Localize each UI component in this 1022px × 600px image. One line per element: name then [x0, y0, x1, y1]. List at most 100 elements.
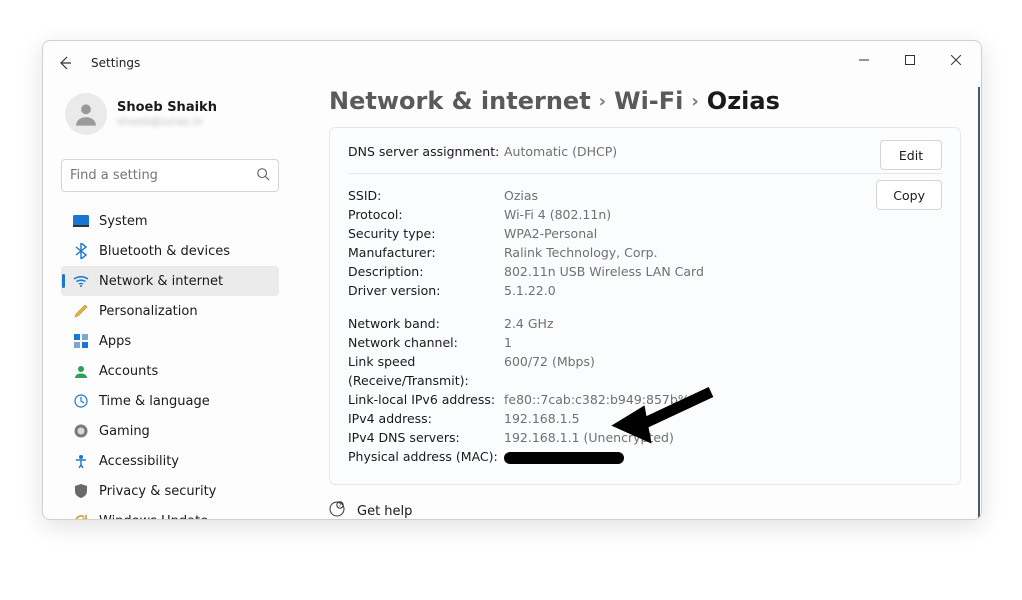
settings-window: Settings Shoeb Shaikh shoeb@ozias.in	[42, 40, 982, 520]
property-label: Driver version:	[348, 281, 504, 300]
sidebar-item-system[interactable]: System	[61, 206, 279, 236]
property-label: Link speed (Receive/Transmit):	[348, 352, 504, 390]
wifi-icon	[73, 273, 89, 289]
property-row: IPv4 address:192.168.1.5	[348, 409, 942, 428]
sidebar-item-label: Bluetooth & devices	[99, 244, 230, 259]
search-icon	[256, 166, 270, 185]
brush-icon	[73, 303, 89, 319]
property-value	[504, 447, 624, 466]
sidebar-item-gaming[interactable]: Gaming	[61, 416, 279, 446]
property-row: Link-local IPv6 address:fe80::7cab:c382:…	[348, 390, 942, 409]
breadcrumb: Network & internet › Wi-Fi › Ozias	[329, 87, 978, 115]
search-row[interactable]	[61, 159, 279, 192]
accessibility-icon	[73, 453, 89, 469]
edit-button[interactable]: Edit	[880, 140, 942, 170]
system-icon	[73, 213, 89, 229]
chevron-right-icon: ›	[691, 91, 698, 112]
sidebar-item-accessibility[interactable]: Accessibility	[61, 446, 279, 476]
close-button[interactable]	[933, 45, 979, 75]
maximize-button[interactable]	[887, 45, 933, 75]
property-value: 2.4 GHz	[504, 314, 554, 333]
property-value: Ozias	[504, 186, 538, 205]
property-label: Network band:	[348, 314, 504, 333]
get-help-label: Get help	[357, 504, 412, 519]
bluetooth-icon	[73, 243, 89, 259]
property-row: Link speed (Receive/Transmit):600/72 (Mb…	[348, 352, 942, 390]
search-input[interactable]	[70, 168, 256, 183]
profile-text: Shoeb Shaikh shoeb@ozias.in	[117, 100, 217, 128]
property-value: fe80::7cab:c382:b949:857b%9	[504, 390, 698, 409]
property-label: Network channel:	[348, 333, 504, 352]
property-value: 5.1.22.0	[504, 281, 556, 300]
account-summary[interactable]: Shoeb Shaikh shoeb@ozias.in	[61, 87, 279, 141]
sidebar-item-label: System	[99, 214, 147, 229]
sidebar-item-label: Accessibility	[99, 454, 179, 469]
property-row: Network channel:1	[348, 333, 942, 352]
property-row: Network band:2.4 GHz	[348, 314, 942, 333]
property-value: Ralink Technology, Corp.	[504, 243, 658, 262]
property-value: 600/72 (Mbps)	[504, 352, 595, 371]
update-icon	[73, 513, 89, 520]
divider	[348, 173, 942, 174]
avatar	[65, 93, 107, 135]
property-label: IPv4 address:	[348, 409, 504, 428]
sidebar-item-apps[interactable]: Apps	[61, 326, 279, 356]
svg-text:?: ?	[339, 503, 342, 509]
back-button[interactable]	[55, 53, 75, 73]
content-pane: Network & internet › Wi-Fi › Ozias DNS s…	[293, 87, 980, 519]
sidebar-item-bluetooth[interactable]: Bluetooth & devices	[61, 236, 279, 266]
property-label: SSID:	[348, 186, 504, 205]
property-row: SSID:Ozias	[348, 186, 942, 205]
property-label: Security type:	[348, 224, 504, 243]
property-row: Security type:WPA2-Personal	[348, 224, 942, 243]
property-value: Wi-Fi 4 (802.11n)	[504, 205, 611, 224]
property-row: Manufacturer:Ralink Technology, Corp.	[348, 243, 942, 262]
property-value: 1	[504, 333, 512, 352]
sidebar-item-label: Personalization	[99, 304, 198, 319]
minimize-button[interactable]	[841, 45, 887, 75]
sidebar-item-label: Time & language	[99, 394, 210, 409]
nav: System Bluetooth & devices Network & int…	[61, 206, 279, 520]
property-label: Description:	[348, 262, 504, 281]
chevron-right-icon: ›	[599, 91, 606, 112]
property-value: 192.168.1.5	[504, 409, 580, 428]
property-row: Protocol:Wi-Fi 4 (802.11n)	[348, 205, 942, 224]
copy-button[interactable]: Copy	[876, 180, 942, 210]
dns-value: Automatic (DHCP)	[504, 142, 617, 161]
profile-email: shoeb@ozias.in	[117, 115, 217, 128]
breadcrumb-l2[interactable]: Wi-Fi	[614, 87, 683, 115]
sidebar-item-network[interactable]: Network & internet	[61, 266, 279, 296]
shield-icon	[73, 483, 89, 499]
get-help-link[interactable]: ? Get help	[329, 501, 978, 520]
sidebar-item-label: Windows Update	[99, 514, 208, 521]
property-value: 192.168.1.1 (Unencrypted)	[504, 428, 674, 447]
sidebar-item-personalization[interactable]: Personalization	[61, 296, 279, 326]
property-row: Driver version:5.1.22.0	[348, 281, 942, 300]
property-row: IPv4 DNS servers:192.168.1.1 (Unencrypte…	[348, 428, 942, 447]
property-row: Physical address (MAC):	[348, 447, 942, 466]
property-label: Protocol:	[348, 205, 504, 224]
gaming-icon	[73, 423, 89, 439]
property-label: Link-local IPv6 address:	[348, 390, 504, 409]
sidebar-item-label: Network & internet	[99, 274, 223, 289]
sidebar-item-label: Accounts	[99, 364, 158, 379]
property-label: Physical address (MAC):	[348, 447, 504, 466]
property-value: 802.11n USB Wireless LAN Card	[504, 262, 704, 281]
sidebar-item-windows-update[interactable]: Windows Update	[61, 506, 279, 520]
sidebar-item-label: Apps	[99, 334, 131, 349]
dns-assignment-row: DNS server assignment: Automatic (DHCP)	[348, 142, 942, 161]
sidebar-item-privacy[interactable]: Privacy & security	[61, 476, 279, 506]
globe-clock-icon	[73, 393, 89, 409]
accounts-icon	[73, 363, 89, 379]
breadcrumb-l1[interactable]: Network & internet	[329, 87, 591, 115]
sidebar-item-time[interactable]: Time & language	[61, 386, 279, 416]
sidebar-item-label: Gaming	[99, 424, 150, 439]
redacted-mac-icon	[504, 452, 624, 464]
dns-label: DNS server assignment:	[348, 142, 504, 161]
property-label: Manufacturer:	[348, 243, 504, 262]
breadcrumb-l3: Ozias	[707, 87, 780, 115]
help-icon: ?	[329, 501, 345, 520]
sidebar-item-accounts[interactable]: Accounts	[61, 356, 279, 386]
titlebar-left: Settings	[55, 53, 140, 73]
apps-icon	[73, 333, 89, 349]
